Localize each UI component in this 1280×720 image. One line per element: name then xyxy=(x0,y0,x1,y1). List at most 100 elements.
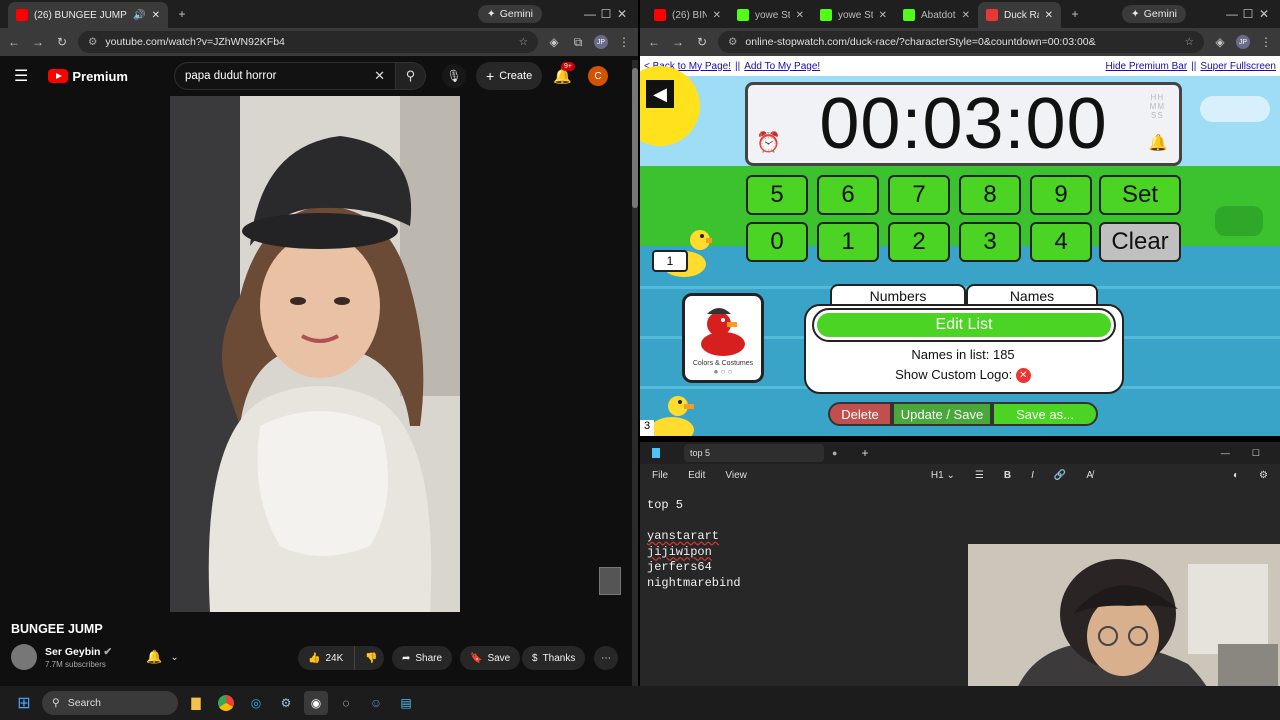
custom-logo-toggle-icon[interactable]: ✕ xyxy=(1015,368,1031,384)
new-tab-button[interactable]: + xyxy=(174,7,190,21)
channel-avatar[interactable] xyxy=(11,644,37,670)
back-arrow-icon[interactable]: ◀ xyxy=(646,80,674,108)
channel-name[interactable]: Ser Geybin xyxy=(45,646,100,658)
scrollbar-thumb[interactable] xyxy=(632,68,638,208)
taskbar-search[interactable]: ⚲ Search xyxy=(42,691,178,715)
digit-button[interactable]: 6 xyxy=(817,175,879,215)
digit-button[interactable]: 1 xyxy=(817,222,879,262)
italic-icon[interactable]: I xyxy=(1031,470,1034,481)
tab-close-icon[interactable]: ✕ xyxy=(152,10,160,21)
voice-search-button[interactable]: 🎙 xyxy=(442,64,466,88)
profile-avatar[interactable]: JP xyxy=(594,35,608,49)
search-button[interactable]: ⚲ xyxy=(396,62,426,90)
tab-youtube[interactable]: (26) BUNGEE JUMP - YouTube 🔊 ✕ xyxy=(8,2,168,28)
minimize-icon[interactable]: — xyxy=(1221,448,1230,458)
tab-names[interactable]: Names xyxy=(966,284,1098,306)
address-bar[interactable]: ⚙ youtube.com/watch?v=JZhWN92KFb4 ☆ xyxy=(78,31,538,53)
dislike-button[interactable]: 👎 xyxy=(354,646,384,670)
account-avatar[interactable]: C xyxy=(588,66,608,86)
digit-button[interactable]: 0 xyxy=(746,222,808,262)
bookmark-star-icon[interactable]: ☆ xyxy=(519,36,528,48)
notepad-icon[interactable]: ▤ xyxy=(394,691,418,715)
digit-button[interactable]: 2 xyxy=(888,222,950,262)
tab-close-icon[interactable]: ✕ xyxy=(879,10,887,21)
digit-button[interactable]: 7 xyxy=(888,175,950,215)
windows-start-icon[interactable]: ⊞ xyxy=(12,691,36,715)
tab-numbers[interactable]: Numbers xyxy=(830,284,966,306)
notepad-text-area[interactable]: top 5 yanstarart jijiwipon jerfers64 nig… xyxy=(647,498,741,591)
costumes-card[interactable]: Colors & Costumes ● ○ ○ xyxy=(682,293,764,383)
menu-dots-icon[interactable]: ⋮ xyxy=(616,35,632,49)
back-icon[interactable]: ← xyxy=(646,35,662,49)
close-window-icon-right[interactable]: ✕ xyxy=(1256,7,1272,21)
puzzle-icon[interactable]: ⧉ xyxy=(570,35,586,50)
new-tab-button-right[interactable]: + xyxy=(1067,7,1083,21)
clear-search-icon[interactable]: ✕ xyxy=(374,68,385,84)
link-icon[interactable]: 🔗 xyxy=(1054,470,1066,481)
sound-bell-icon[interactable]: 🔔 xyxy=(1148,133,1169,153)
heading-select[interactable]: H1 ⌄ xyxy=(931,470,955,481)
extension-icon[interactable]: ◈ xyxy=(1212,35,1228,49)
minimize-icon-right[interactable]: — xyxy=(1224,7,1240,21)
right-tab[interactable]: yowe Stre ✕ xyxy=(729,2,812,28)
address-bar-right[interactable]: ⚙ online-stopwatch.com/duck-race/?charac… xyxy=(718,31,1204,53)
more-actions-button[interactable]: ⋯ xyxy=(594,646,618,670)
alarm-clock-icon[interactable]: ⏰ xyxy=(756,130,782,155)
share-button[interactable]: ➦ Share xyxy=(392,646,453,670)
carousel-dots[interactable]: ● ○ ○ xyxy=(685,367,761,376)
bookmark-star-icon[interactable]: ☆ xyxy=(1185,36,1194,48)
reload-icon[interactable]: ↻ xyxy=(694,35,710,49)
notepad-tab-title[interactable]: top 5 xyxy=(684,444,824,462)
digit-button[interactable]: 4 xyxy=(1030,222,1092,262)
update-save-button[interactable]: Update / Save xyxy=(892,402,992,426)
digit-button[interactable]: 8 xyxy=(959,175,1021,215)
steam-icon[interactable]: ⚙ xyxy=(274,691,298,715)
maximize-icon-right[interactable]: ☐ xyxy=(1240,7,1256,21)
digit-button[interactable]: 5 xyxy=(746,175,808,215)
forward-icon[interactable]: → xyxy=(670,35,686,49)
app-icon[interactable]: ◌ xyxy=(334,691,358,715)
clear-button[interactable]: Clear xyxy=(1099,222,1181,262)
hamburger-menu-icon[interactable]: ☰ xyxy=(14,66,28,86)
discord-icon[interactable]: ☺ xyxy=(364,691,388,715)
maximize-icon[interactable]: ☐ xyxy=(598,7,614,21)
right-tab[interactable]: Duck Race ✕ xyxy=(978,2,1061,28)
search-input[interactable]: papa dudut horror ✕ xyxy=(174,62,396,90)
tab-close-icon[interactable]: ✕ xyxy=(1045,10,1053,21)
settings-gear-icon[interactable]: ⚙ xyxy=(1259,470,1268,481)
youtube-scrollbar[interactable] xyxy=(632,60,638,686)
minimize-icon[interactable]: — xyxy=(582,7,598,21)
edge-icon[interactable]: ◎ xyxy=(244,691,268,715)
tab-close-icon[interactable]: ✕ xyxy=(713,10,721,21)
copilot-icon[interactable]: ◐ xyxy=(1233,470,1239,481)
chrome-icon[interactable] xyxy=(214,691,238,715)
thanks-button[interactable]: $ Thanks xyxy=(522,646,586,670)
bell-subscribe-icon[interactable]: 🔔 xyxy=(146,649,162,665)
add-to-page-link[interactable]: Add To My Page! xyxy=(744,61,820,72)
bold-icon[interactable]: B xyxy=(1004,470,1011,481)
right-tab[interactable]: Abatdota ✕ xyxy=(895,2,978,28)
new-tab-plus-icon[interactable]: + xyxy=(861,446,868,460)
youtube-logo[interactable]: Premium xyxy=(48,69,128,84)
tab-close-icon[interactable]: ✕ xyxy=(796,10,804,21)
digit-button[interactable]: 3 xyxy=(959,222,1021,262)
miniplayer-thumbnail[interactable] xyxy=(599,567,621,595)
save-button[interactable]: 🔖 Save xyxy=(460,646,521,670)
maximize-icon[interactable]: ☐ xyxy=(1252,448,1260,459)
clear-format-icon[interactable]: A̸ xyxy=(1086,470,1093,481)
gemini-button[interactable]: ✦ Gemini xyxy=(477,5,542,23)
digit-button[interactable]: 9 xyxy=(1030,175,1092,215)
profile-avatar-right[interactable]: JP xyxy=(1236,35,1250,49)
set-button[interactable]: Set xyxy=(1099,175,1181,215)
save-as-button[interactable]: Save as... xyxy=(992,402,1098,426)
tab-close-icon[interactable]: ✕ xyxy=(962,10,970,21)
chevron-down-icon[interactable]: ⌄ xyxy=(170,652,178,663)
list-format-icon[interactable]: ☰ xyxy=(975,470,984,481)
like-button[interactable]: 👍 24K xyxy=(298,646,354,670)
super-fullscreen-link[interactable]: Super Fullscreen xyxy=(1200,61,1276,72)
menu-dots-icon[interactable]: ⋮ xyxy=(1258,35,1274,49)
file-explorer-icon[interactable]: ▇ xyxy=(184,691,208,715)
close-window-icon[interactable]: ✕ xyxy=(614,7,630,21)
menu-edit[interactable]: Edit xyxy=(688,470,705,481)
hide-premium-bar-link[interactable]: Hide Premium Bar xyxy=(1106,61,1188,72)
